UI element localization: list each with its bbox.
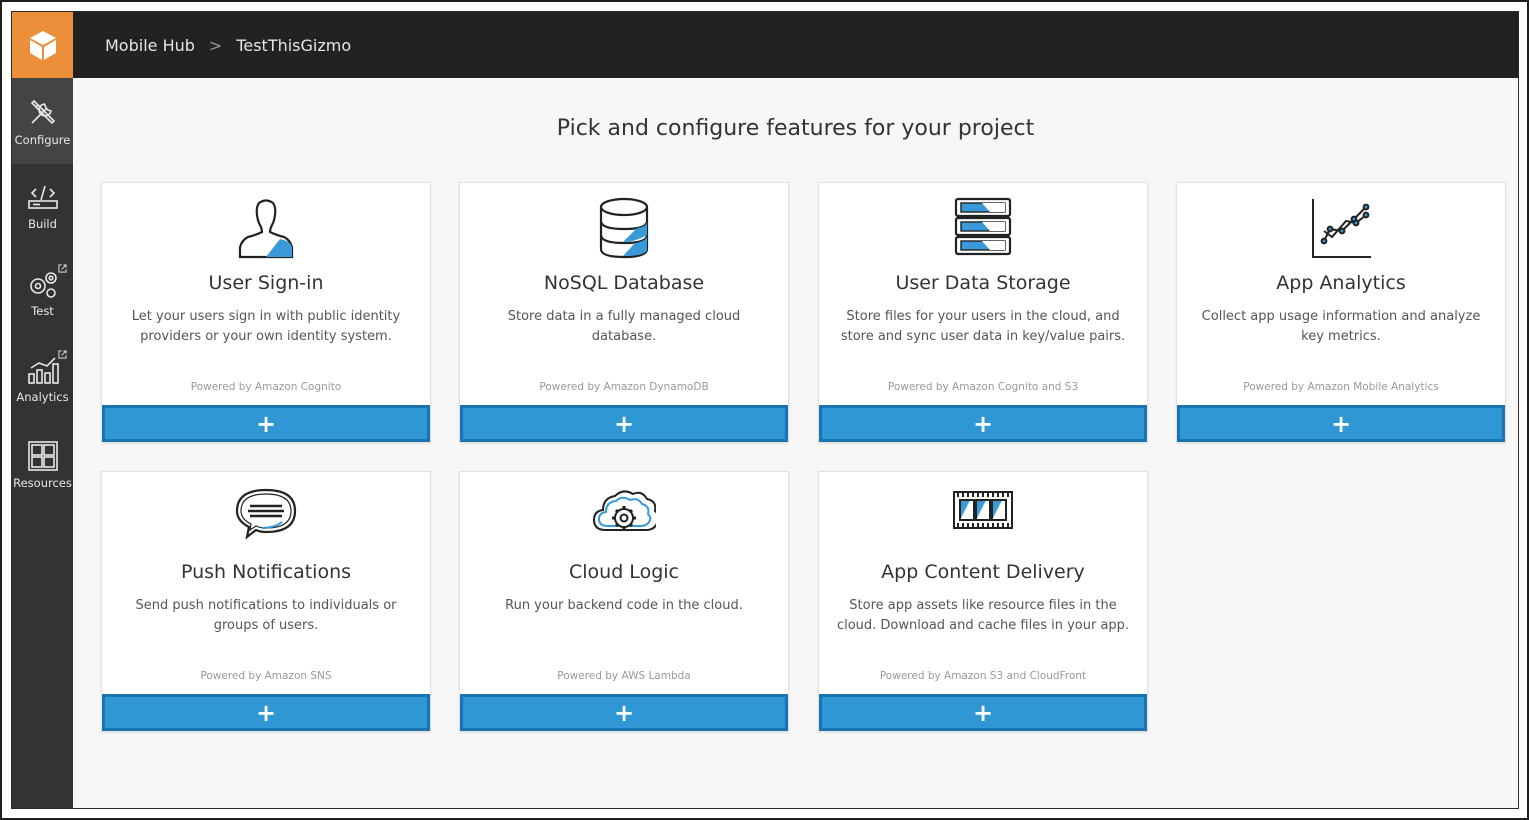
add-feature-button[interactable]: +: [102, 694, 430, 731]
main-content: Pick and configure features for your pro…: [73, 78, 1518, 808]
sidebar-item-test[interactable]: Test: [12, 250, 73, 336]
aws-logo[interactable]: [12, 12, 73, 78]
sidebar: Configure Build Test Analytics Resources: [12, 78, 73, 808]
external-link-icon: [58, 350, 67, 359]
feature-card-app-content-delivery: App Content Delivery Store app assets li…: [818, 471, 1148, 732]
card-description: Store app assets like resource files in …: [836, 598, 1130, 633]
feature-card-user-sign-in: User Sign-in Let your users sign in with…: [101, 182, 431, 443]
card-powered-by: Powered by Amazon DynamoDB: [539, 381, 709, 393]
feature-card-cloud-logic: Cloud Logic Run your backend code in the…: [459, 471, 789, 732]
add-feature-button[interactable]: +: [819, 405, 1147, 442]
user-silhouette-icon: [238, 199, 294, 259]
sidebar-item-build[interactable]: Build: [12, 164, 73, 250]
add-feature-button[interactable]: +: [460, 694, 788, 731]
card-description: Store files for your users in the cloud,…: [840, 309, 1126, 344]
card-title: User Data Storage: [895, 272, 1071, 294]
breadcrumb-separator: >: [208, 35, 223, 55]
breadcrumb-project[interactable]: TestThisGizmo: [236, 36, 351, 55]
cloud-gear-icon: [592, 490, 656, 531]
add-feature-button[interactable]: +: [1177, 405, 1505, 442]
tools-icon: [30, 99, 55, 125]
sidebar-item-label: Resources: [13, 476, 72, 490]
screenshot-frame: Mobile Hub > TestThisGizmo Configure Bui…: [0, 0, 1529, 820]
feature-card-push-notifications: Push Notifications Send push notificatio…: [101, 471, 431, 732]
feature-card-user-data-storage: User Data Storage Store files for your u…: [818, 182, 1148, 443]
card-powered-by: Powered by Amazon S3 and CloudFront: [879, 670, 1087, 682]
storage-servers-icon: [954, 197, 1012, 256]
feature-card-nosql-database: NoSQL Database Store data in a fully man…: [459, 182, 789, 443]
sidebar-item-analytics[interactable]: Analytics: [12, 336, 73, 422]
card-title: Push Notifications: [180, 561, 352, 583]
top-bar: Mobile Hub > TestThisGizmo: [73, 12, 1518, 78]
line-chart-icon: [1312, 199, 1371, 258]
sidebar-item-resources[interactable]: Resources: [12, 422, 73, 508]
plus-icon: +: [1330, 409, 1352, 438]
app-window: Mobile Hub > TestThisGizmo Configure Bui…: [12, 12, 1518, 808]
card-title: NoSQL Database: [543, 272, 705, 294]
card-description: Store data in a fully managed cloud data…: [507, 309, 741, 344]
plus-icon: +: [255, 409, 277, 438]
sidebar-item-label: Configure: [14, 133, 71, 147]
card-powered-by: Powered by Amazon SNS: [200, 670, 332, 682]
card-description: Collect app usage information and analyz…: [1201, 309, 1481, 344]
add-feature-button[interactable]: +: [460, 405, 788, 442]
card-description: Let your users sign in with public ident…: [131, 309, 401, 344]
breadcrumb-mobile-hub[interactable]: Mobile Hub: [105, 36, 195, 55]
plus-icon: +: [255, 698, 277, 727]
card-powered-by: Powered by Amazon Mobile Analytics: [1243, 381, 1439, 393]
grid-icon: [27, 441, 58, 471]
code-board-icon: [27, 185, 58, 209]
card-description: Send push notifications to individuals o…: [135, 598, 397, 633]
card-powered-by: Powered by Amazon Cognito: [190, 381, 342, 393]
card-title: Cloud Logic: [569, 561, 679, 583]
plus-icon: +: [972, 698, 994, 727]
card-title: App Content Delivery: [881, 561, 1085, 583]
database-icon: [599, 197, 649, 259]
card-powered-by: Powered by Amazon Cognito and S3: [887, 381, 1079, 393]
card-title: App Analytics: [1276, 272, 1406, 294]
page-title: Pick and configure features for your pro…: [556, 116, 1035, 141]
speech-bubble-icon: [235, 488, 297, 540]
bar-chart-icon: [27, 357, 59, 384]
cube-icon: [29, 31, 56, 60]
card-powered-by: Powered by AWS Lambda: [557, 670, 691, 682]
plus-icon: +: [613, 409, 635, 438]
plus-icon: +: [972, 409, 994, 438]
add-feature-button[interactable]: +: [819, 694, 1147, 731]
breadcrumb: Mobile Hub > TestThisGizmo: [105, 12, 351, 78]
card-title: User Sign-in: [208, 272, 324, 294]
sidebar-item-label: Build: [28, 217, 57, 231]
gears-icon: [29, 272, 57, 298]
external-link-icon: [58, 264, 67, 273]
plus-icon: +: [613, 698, 635, 727]
sidebar-item-configure[interactable]: Configure: [12, 78, 73, 164]
add-feature-button[interactable]: +: [102, 405, 430, 442]
film-strip-icon: [953, 491, 1013, 529]
card-description: Run your backend code in the cloud.: [505, 598, 743, 613]
feature-card-app-analytics: App Analytics Collect app usage informat…: [1176, 182, 1506, 443]
sidebar-item-label: Test: [31, 304, 54, 318]
sidebar-item-label: Analytics: [16, 390, 69, 404]
